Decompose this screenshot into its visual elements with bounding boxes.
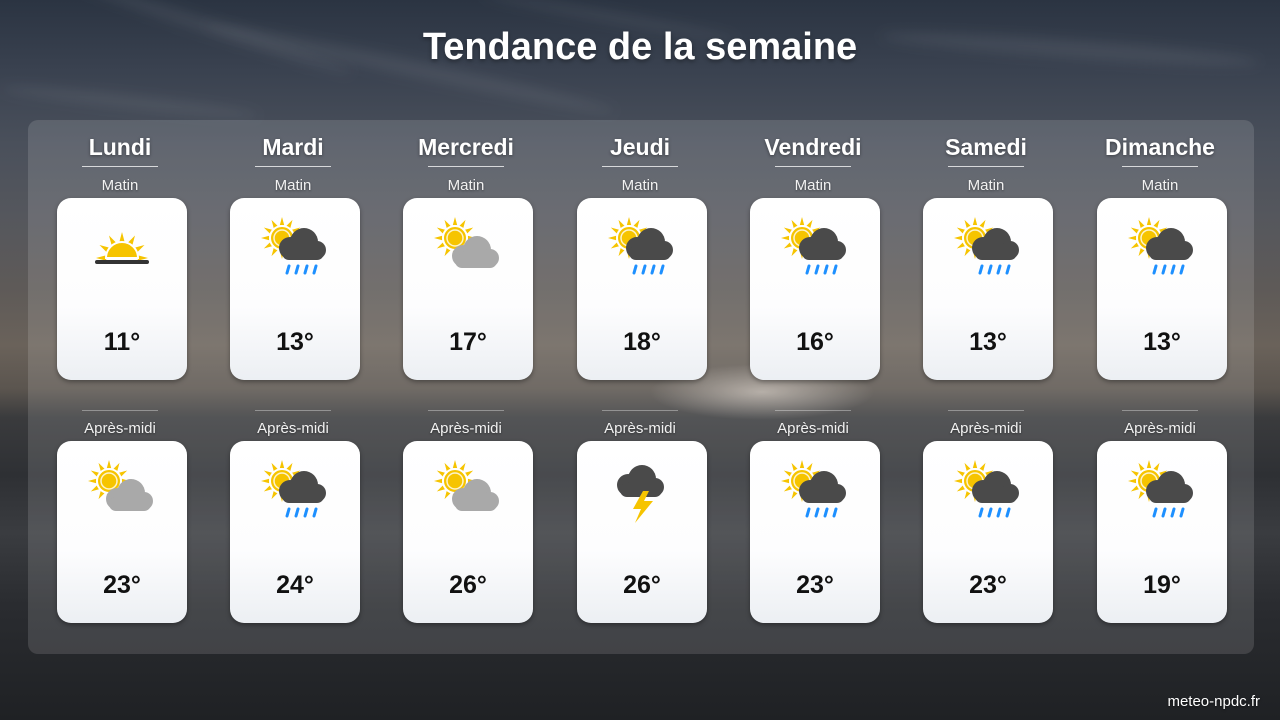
morning-temperature: 13° xyxy=(276,328,314,356)
morning-card: 13° xyxy=(230,198,360,380)
period-divider xyxy=(602,410,678,411)
morning-label: Matin xyxy=(274,177,312,194)
afternoon-card: 26° xyxy=(403,441,533,623)
afternoon-label: Après-midi xyxy=(950,420,1022,437)
day-divider xyxy=(1122,166,1198,167)
morning-card: 16° xyxy=(750,198,880,380)
afternoon-temperature: 23° xyxy=(103,571,141,599)
day-column-dimanche: Dimanche Matin 13° Après-midi 19° xyxy=(1085,120,1235,654)
period-divider xyxy=(255,410,331,411)
afternoon-temperature: 26° xyxy=(449,571,487,599)
sun-rain-icon xyxy=(780,457,850,527)
sun-rain-icon xyxy=(607,214,677,284)
day-column-samedi: Samedi Matin 13° Après-midi 23° xyxy=(911,120,1061,654)
day-column-jeudi: Jeudi Matin 18° Après-midi 26° xyxy=(565,120,715,654)
afternoon-label: Après-midi xyxy=(430,420,502,437)
day-name: Samedi xyxy=(945,134,1027,160)
morning-card: 11° xyxy=(57,198,187,380)
day-name: Mercredi xyxy=(418,134,514,160)
day-column-mardi: Mardi Matin 13° Après-midi 24° xyxy=(218,120,368,654)
day-divider xyxy=(428,166,504,167)
morning-temperature: 17° xyxy=(449,328,487,356)
afternoon-label: Après-midi xyxy=(604,420,676,437)
morning-card: 13° xyxy=(1097,198,1227,380)
morning-card: 17° xyxy=(403,198,533,380)
afternoon-label: Après-midi xyxy=(1124,420,1196,437)
sun-rain-icon xyxy=(953,457,1023,527)
afternoon-temperature: 19° xyxy=(1143,571,1181,599)
day-divider xyxy=(82,166,158,167)
morning-label: Matin xyxy=(967,177,1005,194)
page-title: Tendance de la semaine xyxy=(422,26,858,68)
period-divider xyxy=(428,410,504,411)
morning-temperature: 13° xyxy=(969,328,1007,356)
thunderstorm-icon xyxy=(607,457,677,527)
morning-temperature: 16° xyxy=(796,328,834,356)
source-credit: meteo-npdc.fr xyxy=(1167,693,1260,710)
afternoon-temperature: 23° xyxy=(969,571,1007,599)
afternoon-card: 24° xyxy=(230,441,360,623)
day-column-mercredi: Mercredi Matin 17° Après-midi 26° xyxy=(391,120,541,654)
day-divider xyxy=(255,166,331,167)
morning-card: 18° xyxy=(577,198,707,380)
morning-temperature: 11° xyxy=(103,328,141,356)
morning-label: Matin xyxy=(621,177,659,194)
morning-label: Matin xyxy=(101,177,139,194)
afternoon-label: Après-midi xyxy=(84,420,156,437)
morning-card: 13° xyxy=(923,198,1053,380)
morning-label: Matin xyxy=(794,177,832,194)
afternoon-card: 23° xyxy=(57,441,187,623)
sun-rain-icon xyxy=(1127,214,1197,284)
day-divider xyxy=(602,166,678,167)
afternoon-temperature: 23° xyxy=(796,571,834,599)
forecast-page: { "title": "Tendance de la semaine", "fo… xyxy=(0,0,1280,720)
day-divider xyxy=(775,166,851,167)
day-name: Jeudi xyxy=(609,134,671,160)
period-divider xyxy=(1122,410,1198,411)
afternoon-label: Après-midi xyxy=(257,420,329,437)
sun-rain-icon xyxy=(1127,457,1197,527)
sun-cloud-icon xyxy=(433,214,503,284)
sun-rain-icon xyxy=(953,214,1023,284)
morning-temperature: 13° xyxy=(1143,328,1181,356)
day-name: Vendredi xyxy=(764,134,862,160)
morning-temperature: 18° xyxy=(623,328,661,356)
day-column-lundi: Lundi Matin 11° Après-midi 23° xyxy=(45,120,195,654)
period-divider xyxy=(775,410,851,411)
sunrise-icon xyxy=(87,214,157,284)
day-name: Mardi xyxy=(262,134,324,160)
sun-rain-icon xyxy=(260,214,330,284)
day-column-vendredi: Vendredi Matin 16° Après-midi 23° xyxy=(738,120,888,654)
period-divider xyxy=(948,410,1024,411)
afternoon-temperature: 24° xyxy=(276,571,314,599)
morning-label: Matin xyxy=(1141,177,1179,194)
sun-rain-icon xyxy=(260,457,330,527)
sun-rain-icon xyxy=(780,214,850,284)
morning-label: Matin xyxy=(447,177,485,194)
sun-cloud-icon xyxy=(87,457,157,527)
day-name: Lundi xyxy=(88,134,152,160)
afternoon-card: 23° xyxy=(750,441,880,623)
week-forecast-panel: Lundi Matin 11° Après-midi 23° Mardi Mat… xyxy=(28,120,1254,654)
afternoon-temperature: 26° xyxy=(623,571,661,599)
day-name: Dimanche xyxy=(1105,134,1215,160)
afternoon-card: 26° xyxy=(577,441,707,623)
afternoon-label: Après-midi xyxy=(777,420,849,437)
day-divider xyxy=(948,166,1024,167)
period-divider xyxy=(82,410,158,411)
afternoon-card: 23° xyxy=(923,441,1053,623)
sun-cloud-icon xyxy=(433,457,503,527)
afternoon-card: 19° xyxy=(1097,441,1227,623)
